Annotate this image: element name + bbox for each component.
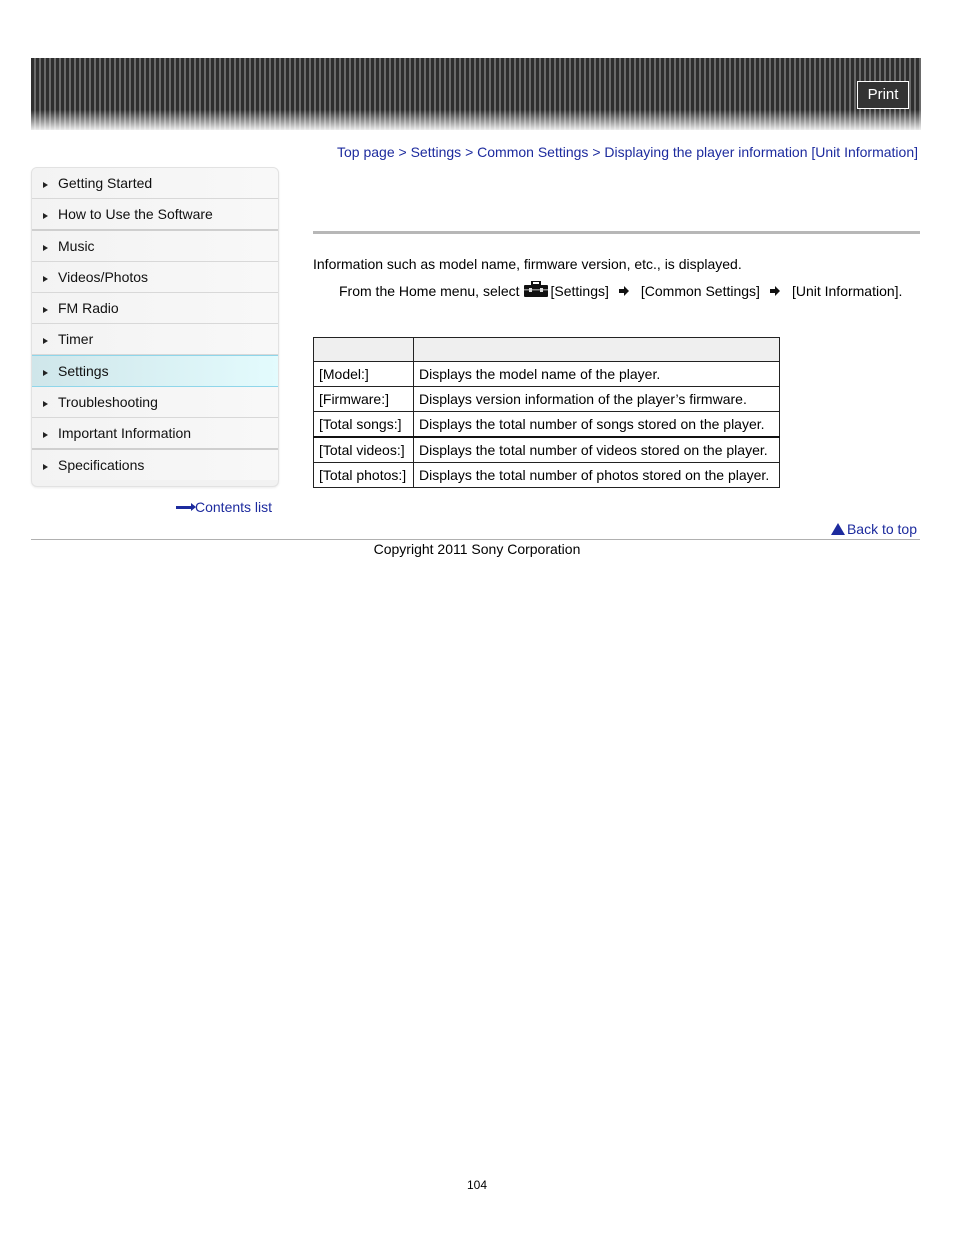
breadcrumb-separator: > [592,144,601,160]
arrow-right-icon [176,502,196,511]
table-header-row [313,337,780,362]
table-cell-item: [Firmware:] [313,386,414,412]
contents-list-link[interactable]: Contents list [176,499,272,515]
settings-toolbox-icon [523,281,548,297]
table-cell-item: [Total songs:] [313,411,414,438]
sidebar-item-label: Videos/Photos [58,269,149,285]
sidebar-item-label: Settings [58,363,109,379]
back-to-top-label: Back to top [846,521,917,537]
header-banner: Print [31,58,921,130]
sidebar-item-label: How to Use the Software [58,206,213,222]
breadcrumb-separator: > [398,144,407,160]
sidebar-item-label: FM Radio [58,300,119,316]
contents-list-label: Contents list [195,499,273,515]
table-cell-description: Displays the model name of the player. [413,361,780,387]
triangle-right-icon [43,181,48,188]
title-divider [313,231,920,234]
sidebar-item-specifications[interactable]: Specifications [32,450,278,480]
table-row: [Model:] Displays the model name of the … [313,361,780,387]
table-row: [Total videos:] Displays the total numbe… [313,436,780,463]
table-cell-description: Displays version information of the play… [413,386,780,412]
sidebar-item-label: Timer [58,331,94,347]
triangle-right-icon [43,463,48,470]
copyright-text: Copyright 2011 Sony Corporation [373,541,581,557]
table-header-cell [413,337,780,362]
triangle-right-icon [43,337,48,344]
intro-text: Information such as model name, firmware… [313,256,742,272]
arrow-right-icon [618,286,629,296]
triangle-right-icon [43,431,48,438]
table-row: [Total songs:] Displays the total number… [313,411,780,438]
sidebar-item-label: Getting Started [58,175,153,191]
unit-information-table: [Model:] Displays the model name of the … [313,337,780,488]
table-row: [Total photos:] Displays the total numbe… [313,462,780,488]
breadcrumb-top-page[interactable]: Top page [337,144,395,160]
sidebar-nav: Getting Started How to Use the Software … [31,167,279,487]
sidebar-bottom [32,480,278,486]
back-to-top-link[interactable]: Back to top [830,521,917,537]
table-cell-item: [Total videos:] [313,436,414,463]
table-cell-description: Displays the total number of photos stor… [413,462,780,488]
step-settings: [Settings] [550,283,609,299]
sidebar-item-fm-radio[interactable]: FM Radio [32,293,278,324]
footer-divider [31,539,920,540]
sidebar-item-timer[interactable]: Timer [32,324,278,355]
arrow-right-icon [769,286,780,296]
table-cell-item: [Total photos:] [313,462,414,488]
sidebar-item-how-to-use-software[interactable]: How to Use the Software [32,199,278,231]
sidebar-item-getting-started[interactable]: Getting Started [32,168,278,199]
sidebar-item-label: Important Information [58,425,192,441]
sidebar-item-troubleshooting[interactable]: Troubleshooting [32,387,278,418]
sidebar-item-important-information[interactable]: Important Information [32,418,278,450]
sidebar-item-videos-photos[interactable]: Videos/Photos [32,262,278,293]
triangle-right-icon [43,400,48,407]
breadcrumb-settings[interactable]: Settings [411,144,462,160]
table-row: [Firmware:] Displays version information… [313,386,780,412]
sidebar-item-label: Specifications [58,457,145,473]
step-unit-information: [Unit Information]. [791,283,903,299]
triangle-right-icon [43,275,48,282]
table-header-cell [313,337,414,362]
triangle-right-icon [43,369,48,376]
print-button[interactable]: Print [857,81,909,109]
step-prefix: From the Home menu, select [339,283,520,299]
breadcrumb: Top page > Settings > Common Settings > … [337,144,918,160]
sidebar-item-label: Music [58,238,95,254]
breadcrumb-separator: > [465,144,474,160]
triangle-right-icon [43,244,48,251]
sidebar-item-music[interactable]: Music [32,231,278,262]
triangle-up-icon [830,523,845,535]
triangle-right-icon [43,212,48,219]
sidebar-item-settings[interactable]: Settings [32,355,278,387]
breadcrumb-current-page[interactable]: Displaying the player information [Unit … [604,144,918,160]
page-number: 104 [466,1178,488,1192]
table-cell-description: Displays the total number of videos stor… [413,436,780,463]
table-cell-description: Displays the total number of songs store… [413,411,780,438]
breadcrumb-common-settings[interactable]: Common Settings [477,144,588,160]
table-cell-item: [Model:] [313,361,414,387]
sidebar-item-label: Troubleshooting [58,394,158,410]
step-common-settings: [Common Settings] [640,283,760,299]
triangle-right-icon [43,306,48,313]
instruction-step: From the Home menu, select [Settings] [C… [339,281,903,299]
